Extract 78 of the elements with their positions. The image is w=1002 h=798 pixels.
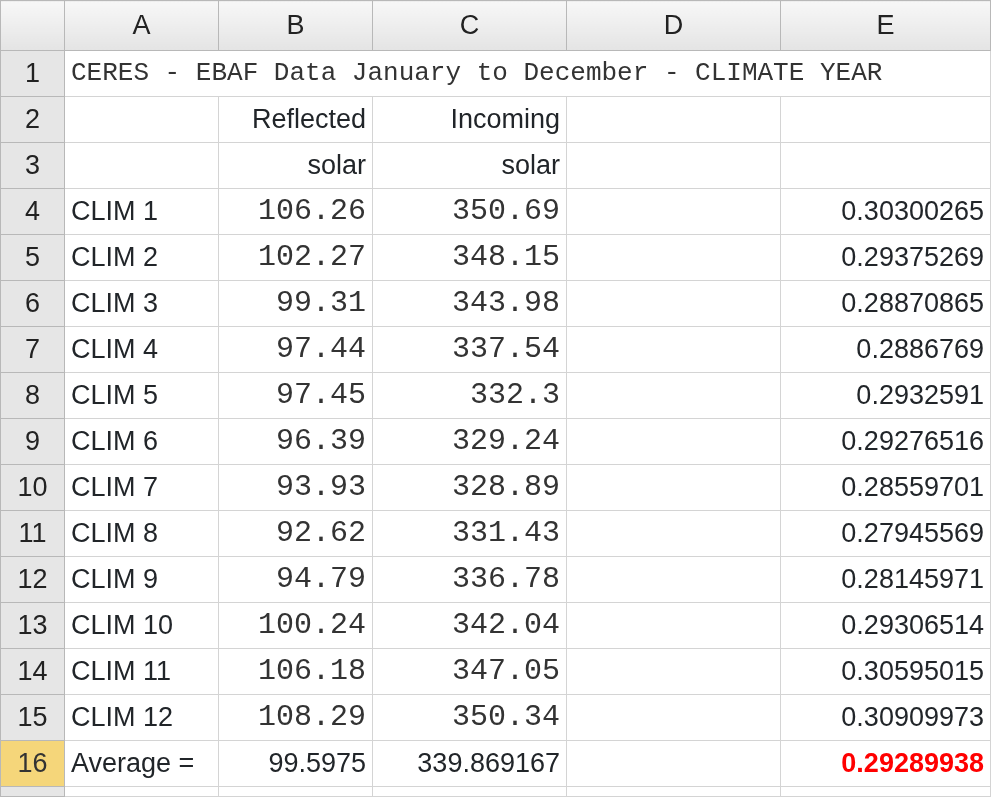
cell-text: CLIM 6 [71, 425, 159, 459]
row-header[interactable]: 1 [0, 50, 65, 97]
row-header[interactable]: 8 [0, 372, 65, 419]
row-header[interactable]: 14 [0, 648, 65, 695]
cell-text: 350.34 [451, 699, 560, 736]
cell-text: CLIM 12 [71, 701, 174, 735]
cell-text: 0.29289938 [841, 747, 984, 781]
column-header[interactable]: A [64, 0, 219, 51]
cell-text: Incoming [450, 103, 560, 137]
cell-text: 100.24 [257, 607, 366, 644]
cell-text: CLIM 10 [71, 609, 174, 643]
cell-text: 0.30909973 [841, 701, 984, 735]
cell-text: 99.5975 [268, 747, 366, 781]
row-header[interactable]: 2 [0, 96, 65, 143]
cell-text: 331.43 [451, 515, 560, 552]
cell-text: 94.79 [276, 561, 366, 598]
column-header[interactable]: B [218, 0, 373, 51]
cell-text: 0.28870865 [841, 287, 984, 321]
cell-text: 92.62 [276, 515, 366, 552]
cell-text: 97.45 [276, 377, 366, 414]
cell-text: 0.2932591 [856, 379, 984, 413]
cell-text: CLIM 2 [71, 241, 159, 275]
column-header[interactable]: E [780, 0, 991, 51]
cell-text: 106.18 [257, 653, 366, 690]
cell-text: 0.30300265 [841, 195, 984, 229]
cell-text: CLIM 1 [71, 195, 159, 229]
cell-text: CLIM 5 [71, 379, 159, 413]
cell-text: 329.24 [451, 423, 560, 460]
cell-text: 343.98 [451, 285, 560, 322]
cell-text: 0.28145971 [841, 563, 984, 597]
row-header[interactable]: 4 [0, 188, 65, 235]
cell-text: Reflected [251, 103, 366, 137]
row-header[interactable]: 3 [0, 142, 65, 189]
cell-text: CLIM 9 [71, 563, 159, 597]
cell-text: 0.30595015 [841, 655, 984, 689]
cell-text: 348.15 [451, 239, 560, 276]
cell-text: CLIM 4 [71, 333, 159, 367]
cell-text: 0.29276516 [841, 425, 984, 459]
column-header[interactable]: C [372, 0, 567, 51]
cell-text: 332.3 [470, 377, 560, 414]
cell-text: 339.869167 [417, 747, 560, 781]
row-header[interactable]: 10 [0, 464, 65, 511]
cell-text: solar [501, 149, 560, 183]
cell-text: 0.29306514 [841, 609, 984, 643]
cell-text: Average = [71, 747, 195, 781]
cell-text: 336.78 [451, 561, 560, 598]
row-header[interactable]: 11 [0, 510, 65, 557]
cell-text: 0.2886769 [856, 333, 984, 367]
cell-text: 106.26 [257, 193, 366, 230]
cell-text: 342.04 [451, 607, 560, 644]
cell-text: 0.27945569 [841, 517, 984, 551]
column-header[interactable]: D [566, 0, 781, 51]
row-header[interactable]: 15 [0, 694, 65, 741]
cell-text: 93.93 [276, 469, 366, 506]
cell-text: solar [307, 149, 366, 183]
cell-text: 96.39 [276, 423, 366, 460]
row-header[interactable]: 12 [0, 556, 65, 603]
row-header[interactable]: 16 [0, 740, 65, 787]
cell-text: 0.29375269 [841, 241, 984, 275]
row-header[interactable]: 5 [0, 234, 65, 281]
row-header[interactable]: 7 [0, 326, 65, 373]
cell-text: CLIM 11 [71, 655, 172, 689]
cell-text: 0.28559701 [841, 471, 984, 505]
cell-text: CLIM 8 [71, 517, 159, 551]
cell-text: CLIM 3 [71, 287, 159, 321]
cell-text: 108.29 [257, 699, 366, 736]
row-header[interactable]: 9 [0, 418, 65, 465]
cell-text: CLIM 7 [71, 471, 159, 505]
cell-text: 337.54 [451, 331, 560, 368]
row-header[interactable]: 13 [0, 602, 65, 649]
cell-text: 328.89 [451, 469, 560, 506]
cell-text: 350.69 [451, 193, 560, 230]
cell-text: 99.31 [276, 285, 366, 322]
cell-text: 97.44 [276, 331, 366, 368]
cell-text: 347.05 [451, 653, 560, 690]
row-header[interactable]: 6 [0, 280, 65, 327]
sheet-title: CERES - EBAF Data January to December - CLIMATE YEAR [71, 57, 883, 90]
cell-text: 102.27 [257, 239, 366, 276]
